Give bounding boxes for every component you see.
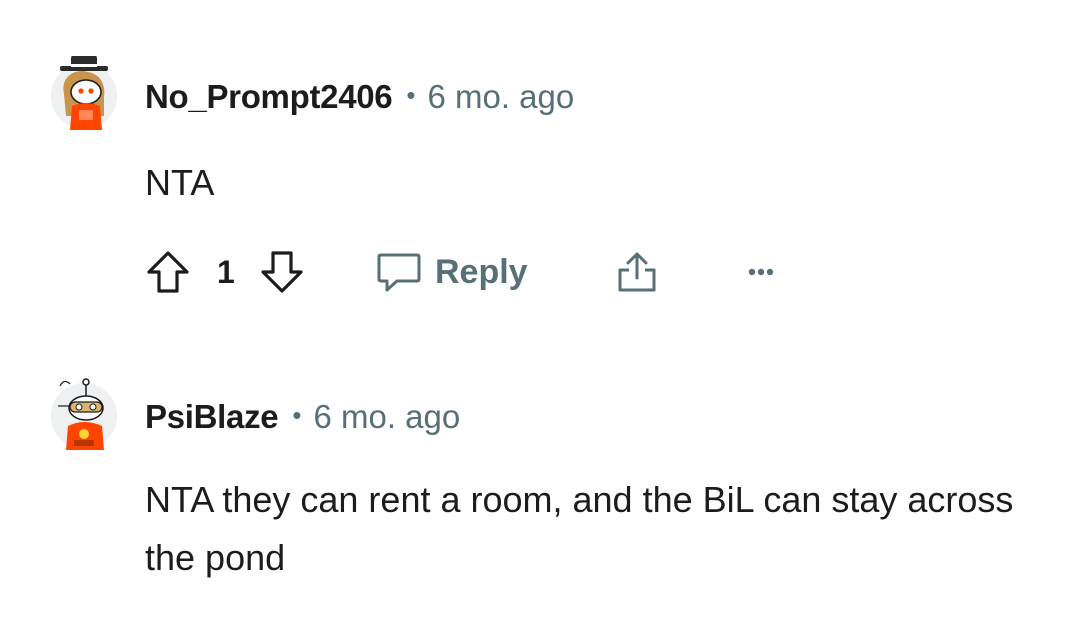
speech-bubble-icon — [377, 253, 421, 292]
separator-dot: • — [292, 400, 302, 430]
comment-body: NTA they can rent a room, and the BiL ca… — [145, 479, 1014, 578]
username[interactable]: No_Prompt2406 — [145, 78, 393, 116]
comment-actions: 1 Reply — [145, 248, 845, 296]
reply-label: Reply — [435, 252, 528, 291]
reply-button[interactable]: Reply — [375, 248, 528, 296]
vote-count: 1 — [217, 253, 235, 290]
username[interactable]: PsiBlaze — [145, 398, 279, 436]
snoo-avatar-goggles-icon[interactable] — [50, 374, 118, 450]
share-button[interactable] — [613, 248, 661, 296]
timestamp: 6 mo. ago — [427, 78, 575, 115]
arrow-down-icon — [261, 251, 303, 293]
comment-meta: No_Prompt2406 • 6 mo. ago — [145, 78, 574, 116]
separator-dot: • — [406, 80, 416, 110]
snoo-avatar-top-hat-icon[interactable] — [50, 54, 118, 130]
arrow-up-icon — [147, 251, 189, 293]
more-options-icon — [748, 268, 774, 276]
comment-meta: PsiBlaze • 6 mo. ago — [145, 398, 460, 436]
timestamp: 6 mo. ago — [313, 398, 461, 435]
downvote-button[interactable] — [259, 248, 305, 296]
comment-body: NTA — [145, 162, 215, 203]
more-options-button[interactable] — [741, 248, 781, 296]
upvote-button[interactable] — [145, 248, 191, 296]
share-icon — [618, 252, 656, 292]
